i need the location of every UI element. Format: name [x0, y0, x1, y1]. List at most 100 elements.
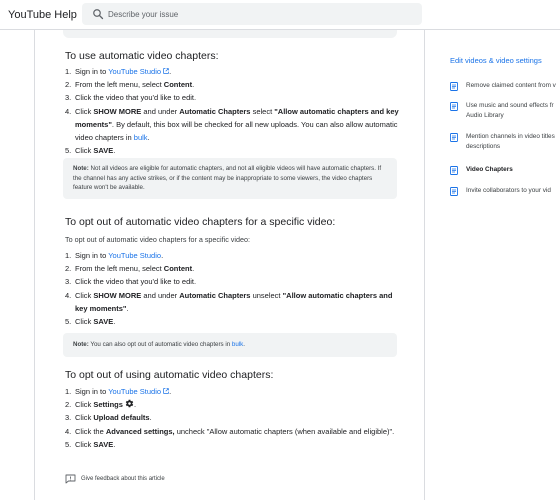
list-item: 3. Click the video that you'd like to edi… — [65, 275, 400, 288]
step-number: 1. — [65, 67, 72, 76]
sidebar-item-label[interactable]: Invite collaborators to your vid — [466, 186, 560, 196]
step-text: Sign in to — [75, 67, 109, 76]
step-bold-text: Advanced settings, — [105, 426, 175, 436]
step-text: uncheck "Allow automatic chapters (when … — [174, 426, 395, 436]
list-item: 1. Sign in to YouTube Studio. — [65, 249, 400, 262]
search-icon[interactable] — [92, 8, 104, 20]
step-number: 1. — [65, 251, 72, 260]
section-title-use-chapters: To use automatic video chapters: — [65, 50, 219, 62]
site-title[interactable]: YouTube Help — [8, 9, 77, 21]
list-item: 3. Click Upload defaults. — [65, 411, 400, 424]
step-text: Click — [75, 413, 94, 423]
related-articles-sidebar: Edit videos & video settings Remove clai… — [437, 30, 560, 500]
step-text: and under — [141, 106, 180, 116]
step-text: Click — [75, 146, 94, 156]
step-bold-text: Content — [163, 264, 193, 274]
search-box[interactable] — [82, 3, 422, 25]
step-text: Click — [75, 106, 94, 116]
step-bold-text: SAVE — [93, 146, 114, 156]
step-number: 5. — [65, 439, 72, 449]
sidebar-item-remove-claimed-content[interactable]: Remove claimed content from v — [450, 81, 560, 93]
list-item: 5. Click SAVE. — [65, 144, 400, 157]
step-bold-text: SHOW MORE — [93, 106, 142, 116]
feedback-icon — [65, 474, 76, 484]
feedback-label[interactable]: Give feedback about this article — [81, 476, 165, 482]
note-text: Not all videos are eligible for automati… — [73, 165, 382, 192]
search-input[interactable] — [108, 6, 408, 22]
section-title-opt-out-using: To opt out of using automatic video chap… — [65, 369, 274, 381]
note-eligibility: Note: Not all videos are eligible for au… — [63, 158, 397, 199]
step-text: . — [192, 80, 195, 90]
list-item: 4. Click SHOW MORE and under Automatic Ch… — [65, 105, 400, 145]
article-icon — [450, 82, 458, 91]
step-number: 2. — [65, 264, 72, 274]
bulk-link[interactable]: bulk — [134, 133, 148, 142]
sidebar-item-audio-library[interactable]: Use music and sound effects fr Audio Lib… — [450, 101, 560, 123]
note-label: Note: — [73, 341, 89, 348]
step-text: . — [169, 387, 172, 396]
step-bold-text: SHOW MORE — [93, 290, 142, 300]
step-text: . — [192, 264, 195, 274]
step-bold-text: Automatic Chapters — [179, 290, 251, 300]
step-text: . — [149, 413, 152, 423]
note-label: Note: — [73, 165, 89, 172]
youtube-studio-link[interactable]: YouTube Studio — [108, 387, 169, 396]
step-text: Click — [75, 290, 94, 300]
section-intro: To opt out of automatic video chapters f… — [65, 235, 250, 244]
note-text: You can also opt out of automatic video … — [88, 341, 232, 348]
article-icon — [450, 133, 458, 142]
step-text: . — [169, 67, 172, 76]
section-title-opt-out-specific: To opt out of automatic video chapters f… — [65, 216, 336, 228]
list-item: 5. Click SAVE. — [65, 438, 400, 451]
step-text: . — [113, 439, 116, 449]
step-number: 5. — [65, 146, 72, 156]
link-text[interactable]: YouTube Studio — [108, 387, 161, 396]
sidebar-item-label[interactable]: Mention channels in video titles descrip… — [466, 132, 560, 152]
step-text: Click the video that you'd like to edit. — [75, 93, 197, 103]
previous-note-box — [63, 30, 397, 38]
article-icon — [450, 166, 458, 175]
note-bulk-opt-out: Note: You can also opt out of automatic … — [63, 333, 397, 357]
sidebar-item-label[interactable]: Use music and sound effects fr Audio Lib… — [466, 101, 560, 121]
article-icon — [450, 102, 458, 111]
step-text: . — [113, 317, 116, 327]
youtube-studio-link[interactable]: YouTube Studio — [108, 251, 161, 260]
step-text: . — [147, 133, 150, 143]
step-number: 3. — [65, 93, 72, 103]
sidebar-item-invite-collaborators[interactable]: Invite collaborators to your vid — [450, 186, 560, 198]
step-number: 2. — [65, 400, 72, 410]
step-bold-text: SAVE — [93, 317, 114, 327]
top-bar: YouTube Help — [0, 0, 560, 30]
article-icon — [450, 187, 458, 196]
link-text[interactable]: YouTube Studio — [108, 67, 161, 76]
step-bold-text: Upload defaults — [93, 413, 150, 423]
step-text: From the left menu, select — [75, 264, 164, 274]
step-text: and under — [141, 290, 180, 300]
youtube-studio-link[interactable]: YouTube Studio — [108, 67, 169, 76]
step-text: . — [133, 400, 137, 410]
sidebar-item-label[interactable]: Video Chapters — [466, 165, 560, 175]
step-number: 3. — [65, 413, 72, 423]
step-text: Click — [75, 439, 94, 449]
list-item: 5. Click SAVE. — [65, 315, 400, 328]
feedback-button[interactable]: Give feedback about this article — [65, 472, 165, 486]
sidebar-title[interactable]: Edit videos & video settings — [450, 56, 542, 65]
step-text: . — [126, 303, 129, 313]
note-text: . — [243, 341, 245, 348]
gear-icon — [125, 399, 134, 408]
step-bold-text: Automatic Chapters — [179, 106, 251, 116]
steps-opt-out-using: 1. Sign in to YouTube Studio. 2. Click Set… — [65, 385, 400, 451]
sidebar-item-video-chapters[interactable]: Video Chapters — [450, 165, 560, 177]
sidebar-item-mention-channels[interactable]: Mention channels in video titles descrip… — [450, 132, 560, 154]
step-text: unselect — [250, 290, 283, 300]
list-item: 4. Click SHOW MORE and under Automatic Ch… — [65, 289, 400, 315]
list-item: 1. Sign in to YouTube Studio. — [65, 65, 400, 78]
bulk-link[interactable]: bulk — [232, 341, 243, 348]
step-number: 4. — [65, 426, 72, 436]
step-text: select — [250, 106, 275, 116]
sidebar-item-label[interactable]: Remove claimed content from v — [466, 81, 560, 91]
step-text: Click the — [75, 426, 106, 436]
step-text: Click — [75, 400, 94, 410]
steps-use-chapters: 1. Sign in to YouTube Studio. 2. From the … — [65, 65, 400, 157]
step-text: Click the video that you'd like to edit. — [75, 277, 197, 287]
